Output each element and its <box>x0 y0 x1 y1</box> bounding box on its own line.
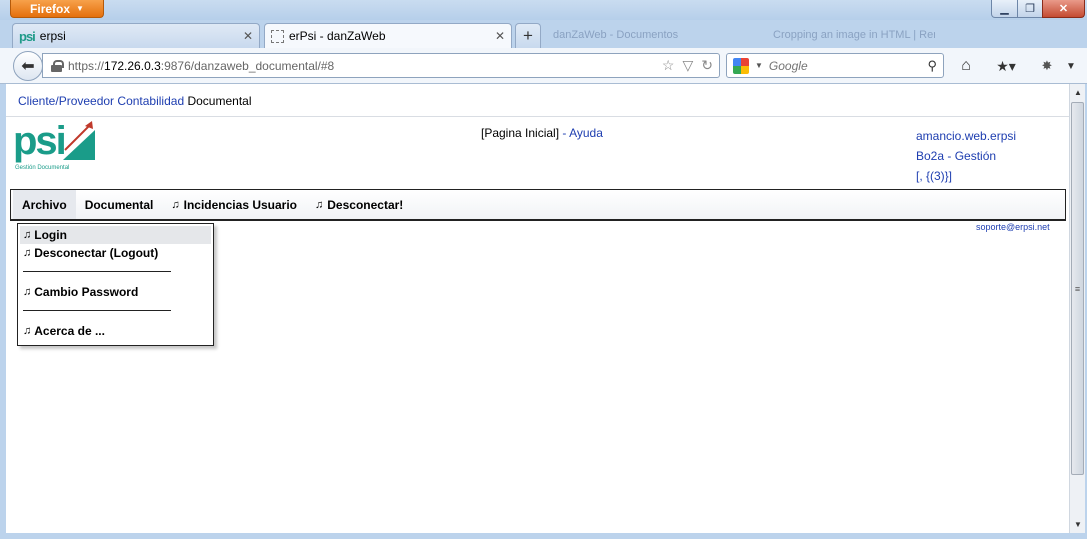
vertical-scrollbar[interactable]: ▲ ≡ ▼ <box>1069 84 1085 533</box>
firefox-menu-button[interactable]: Firefox ▼ <box>10 0 104 18</box>
url-text[interactable]: https://172.26.0.3:9876/danzaweb_documen… <box>68 59 656 73</box>
divider <box>6 116 1069 117</box>
logo-subtitle: Gestión Documental <box>15 165 70 171</box>
module-links: Cliente/Proveedor Contabilidad Documenta… <box>18 94 252 108</box>
menu-label: Desconectar! <box>327 197 404 212</box>
menu-separator <box>20 262 211 283</box>
menu-item-change-password[interactable]: ♫ Cambio Password <box>20 283 211 301</box>
menu-item-label: Acerca de ... <box>34 324 105 338</box>
toolbar-overflow-icon[interactable]: ▼ <box>1064 54 1078 78</box>
page-content: Cliente/Proveedor Contabilidad Documenta… <box>6 84 1069 533</box>
new-tab-button[interactable]: + <box>515 23 541 48</box>
menu-incidencias-usuario[interactable]: ♫ Incidencias Usuario <box>162 190 306 219</box>
url-bar[interactable]: https://172.26.0.3:9876/danzaweb_documen… <box>42 53 720 78</box>
main-menu-bar: Archivo Documental ♫ Incidencias Usuario… <box>10 189 1066 221</box>
lock-icon <box>51 59 64 72</box>
bookmark-star-icon[interactable]: ☆ <box>662 57 675 74</box>
psi-logo: psi Gestión Documental <box>13 120 95 175</box>
music-note-icon: ♫ <box>23 286 32 298</box>
url-path: :9876/danzaweb_documental/#8 <box>160 58 335 73</box>
window-titlebar: Firefox ▼ ▁ ❐ ✕ <box>0 0 1087 20</box>
search-magnifier-icon[interactable]: ⚲ <box>927 58 937 74</box>
bookmarks-menu-icon[interactable]: ★▾ <box>988 54 1024 78</box>
tab-strip: psi erpsi ✕ erPsi - danZaWeb ✕ + danZaWe… <box>0 20 1087 48</box>
addon-icon[interactable]: ✸ <box>1036 54 1058 78</box>
menu-label: Documental <box>84 197 154 212</box>
menu-item-label: Cambio Password <box>34 285 139 299</box>
logo-text: psi <box>13 119 67 163</box>
back-button[interactable]: ⬅ <box>13 51 43 81</box>
current-module-documental: Documental <box>187 94 252 108</box>
psi-favicon-icon: psi <box>19 28 36 44</box>
firefox-label: Firefox <box>30 1 71 16</box>
help-link[interactable]: Ayuda <box>569 126 603 140</box>
close-tab-icon[interactable]: ✕ <box>243 29 253 43</box>
back-arrow-icon: ⬅ <box>21 58 35 75</box>
tab-danzaweb[interactable]: erPsi - danZaWeb ✕ <box>264 23 512 48</box>
music-note-icon: ♫ <box>23 247 32 259</box>
menu-item-logout[interactable]: ♫ Desconectar (Logout) <box>20 244 211 262</box>
search-bar[interactable]: ▼ ⚲ <box>726 53 944 78</box>
center-links: [Pagina Inicial] - Ayuda <box>481 126 603 140</box>
minimize-button[interactable]: ▁ <box>991 0 1018 18</box>
menu-item-label: Desconectar (Logout) <box>34 246 159 260</box>
close-window-button[interactable]: ✕ <box>1042 0 1085 18</box>
menu-desconectar[interactable]: ♫ Desconectar! <box>306 190 412 219</box>
menu-item-login[interactable]: ♫ Login <box>20 226 211 244</box>
home-icon[interactable]: ⌂ <box>953 54 979 78</box>
home-page-link[interactable]: [Pagina Inicial] <box>481 126 559 140</box>
dropdown-arrow-icon: ▼ <box>76 4 84 13</box>
url-prefix: https:// <box>68 58 105 73</box>
menu-item-about[interactable]: ♫ Acerca de ... <box>20 322 211 340</box>
music-note-icon: ♫ <box>23 325 32 337</box>
menu-separator <box>20 301 211 322</box>
url-host: 172.26.0.3 <box>104 58 161 73</box>
scroll-up-arrow-icon[interactable]: ▲ <box>1070 84 1086 101</box>
history-dropdown-icon[interactable]: ▽ <box>682 57 693 74</box>
menu-label: Incidencias Usuario <box>183 197 297 212</box>
blank-page-icon <box>271 29 284 43</box>
search-engine-dropdown-icon[interactable]: ▼ <box>755 61 763 70</box>
search-input[interactable] <box>768 58 922 73</box>
link-cliente-proveedor[interactable]: Cliente/Proveedor <box>18 94 114 108</box>
separator: - <box>562 126 567 140</box>
music-note-icon: ♫ <box>315 198 324 211</box>
menu-documental[interactable]: Documental <box>76 190 163 219</box>
user-info: amancio.web.erpsi Bo2a - Gestión [, {(3)… <box>916 126 1016 186</box>
user-name[interactable]: amancio.web.erpsi <box>916 126 1016 146</box>
support-email-link[interactable]: soporte@erpsi.net <box>976 222 1050 232</box>
navigation-toolbar: https://172.26.0.3:9876/danzaweb_documen… <box>0 48 1087 84</box>
tab-title: erpsi <box>39 29 66 43</box>
maximize-button[interactable]: ❐ <box>1017 0 1043 18</box>
company-name[interactable]: Bo2a - Gestión <box>916 146 1016 166</box>
reload-icon[interactable]: ↻ <box>701 57 713 74</box>
tab-erpsi[interactable]: psi erpsi ✕ <box>12 23 260 48</box>
close-tab-icon[interactable]: ✕ <box>495 29 505 43</box>
link-contabilidad[interactable]: Contabilidad <box>117 94 184 108</box>
scrollbar-thumb[interactable]: ≡ <box>1071 102 1084 475</box>
tab-title: erPsi - danZaWeb <box>289 29 386 43</box>
google-icon[interactable] <box>733 57 749 74</box>
music-note-icon: ♫ <box>171 198 180 211</box>
menu-item-label: Login <box>34 228 67 242</box>
menu-archivo[interactable]: Archivo <box>13 190 76 219</box>
music-note-icon: ♫ <box>23 229 32 241</box>
menu-label: Archivo <box>22 197 67 212</box>
scroll-down-arrow-icon[interactable]: ▼ <box>1070 516 1086 533</box>
user-extra[interactable]: [, {(3)}] <box>916 166 1016 186</box>
ghost-tab: danZaWeb - Documentos <box>553 29 679 41</box>
ghost-tab: Cropping an image in HTML | Remo... <box>773 29 935 41</box>
archivo-dropdown-menu: ♫ Login ♫ Desconectar (Logout) ♫ Cambio … <box>17 223 214 346</box>
